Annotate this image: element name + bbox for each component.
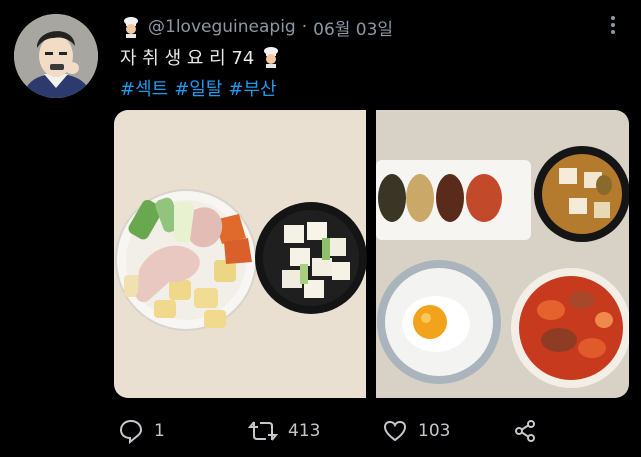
reply-icon [119,419,143,444]
like-count: 103 [418,421,451,441]
tweet-header: @1loveguineapig · 06월 03일 [120,14,393,40]
reply-button[interactable]: 1 [118,418,165,444]
hashtag-list: #섹트 #일탈 #부산 [120,75,277,101]
share-button[interactable] [512,418,538,444]
food-photos [114,110,629,398]
share-icon [515,420,535,442]
retweet-button[interactable]: 413 [248,418,320,444]
hashtag-link[interactable]: #일탈 [174,75,222,101]
tweet-media[interactable] [114,110,629,398]
tweet-date[interactable]: 06월 03일 [313,15,393,40]
retweet-count: 413 [288,421,321,441]
photo-right[interactable] [376,110,629,398]
tweet-title: 자 취 생 요 리 74 [120,48,255,69]
separator-dot: · [301,17,308,37]
reply-count: 1 [154,421,165,441]
avatar[interactable] [14,14,98,98]
more-icon[interactable] [604,10,622,40]
avatar-illustration [14,14,98,98]
photo-left[interactable] [114,110,367,398]
tweet-text: 자 취 생 요 리 74 [120,44,282,70]
retweet-icon [248,421,278,441]
like-button[interactable]: 103 [382,418,450,444]
chef-emoji-icon [124,17,138,38]
hashtag-link[interactable]: #섹트 [120,75,168,101]
hashtag-link[interactable]: #부산 [228,75,276,101]
tweet-actions: 1 413 103 [0,414,641,448]
like-icon [383,420,407,442]
user-handle[interactable]: @1loveguineapig [148,17,296,37]
chef-emoji-icon [264,47,279,68]
